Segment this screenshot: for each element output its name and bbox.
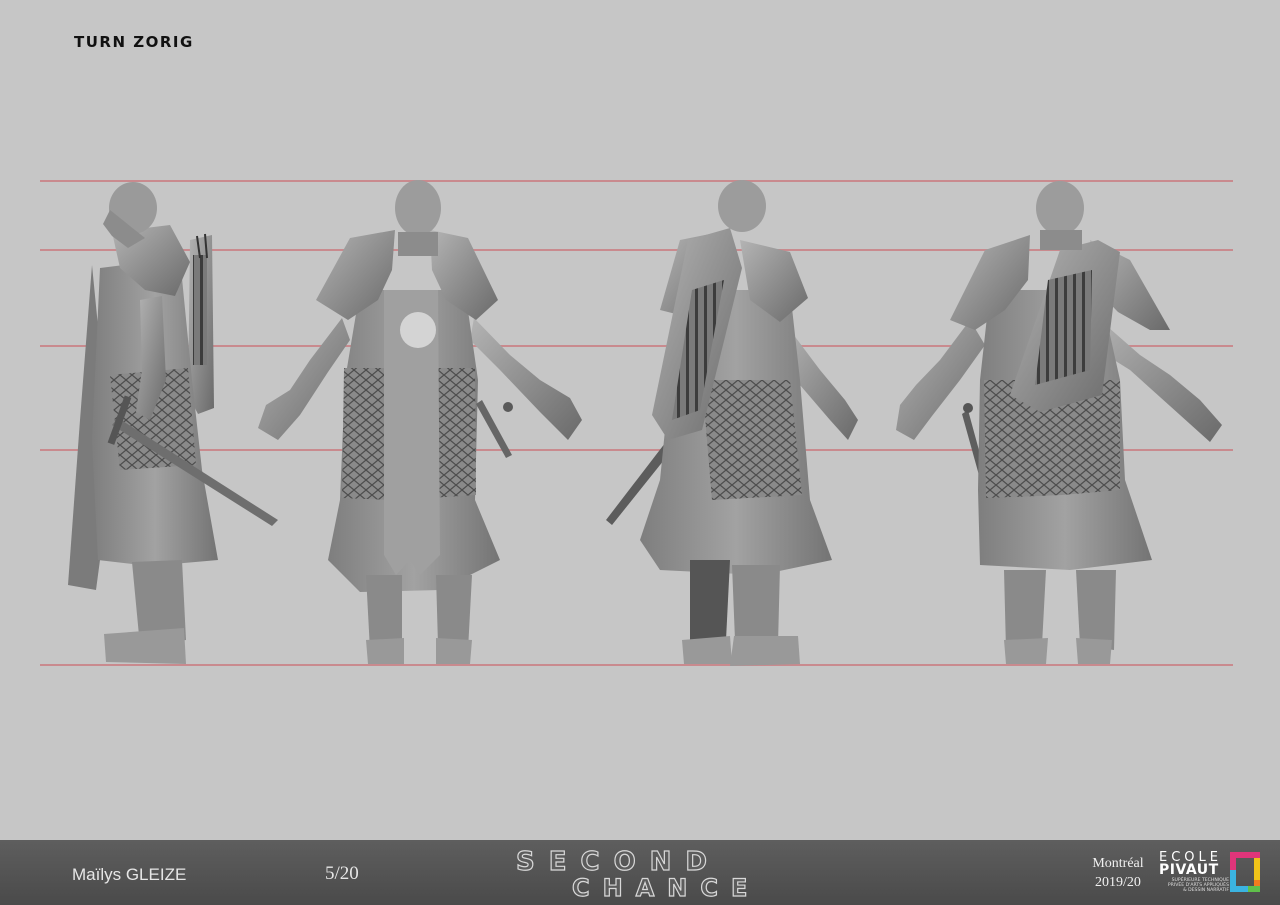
logo-line-1: SECOND <box>516 847 721 877</box>
second-chance-logo: SECOND CHANCE <box>515 846 760 900</box>
school-subtitle: SUPÉRIEURE TECHNIQUE PRIVÉE D'ARTS APPLI… <box>1159 878 1229 894</box>
footer-bar: Maïlys GLEIZE 5/20 SECOND CHANCE Montréa… <box>0 840 1280 905</box>
character-front-view <box>258 180 582 664</box>
character-back-three-quarter-view <box>606 180 858 666</box>
author-name: Maïlys GLEIZE <box>72 865 187 884</box>
ecole-pivaut-logo: ECOLE PIVAUT SUPÉRIEURE TECHNIQUE PRIVÉE… <box>1156 849 1276 901</box>
character-back-view <box>896 181 1222 664</box>
location-year: Montréal 2019/20 <box>1078 854 1158 892</box>
school-frame-icon <box>1230 852 1260 892</box>
year-label: 2019/20 <box>1095 875 1141 890</box>
logo-line-2: CHANCE <box>572 874 760 900</box>
page-number: 5/20 <box>325 863 359 884</box>
character-turnaround <box>40 180 1233 666</box>
city-label: Montréal <box>1092 856 1144 871</box>
school-subtitle-line: & DESSIN NARRATIF <box>1183 888 1229 894</box>
school-name-main: PIVAUT <box>1159 862 1219 878</box>
character-side-view <box>68 182 278 664</box>
